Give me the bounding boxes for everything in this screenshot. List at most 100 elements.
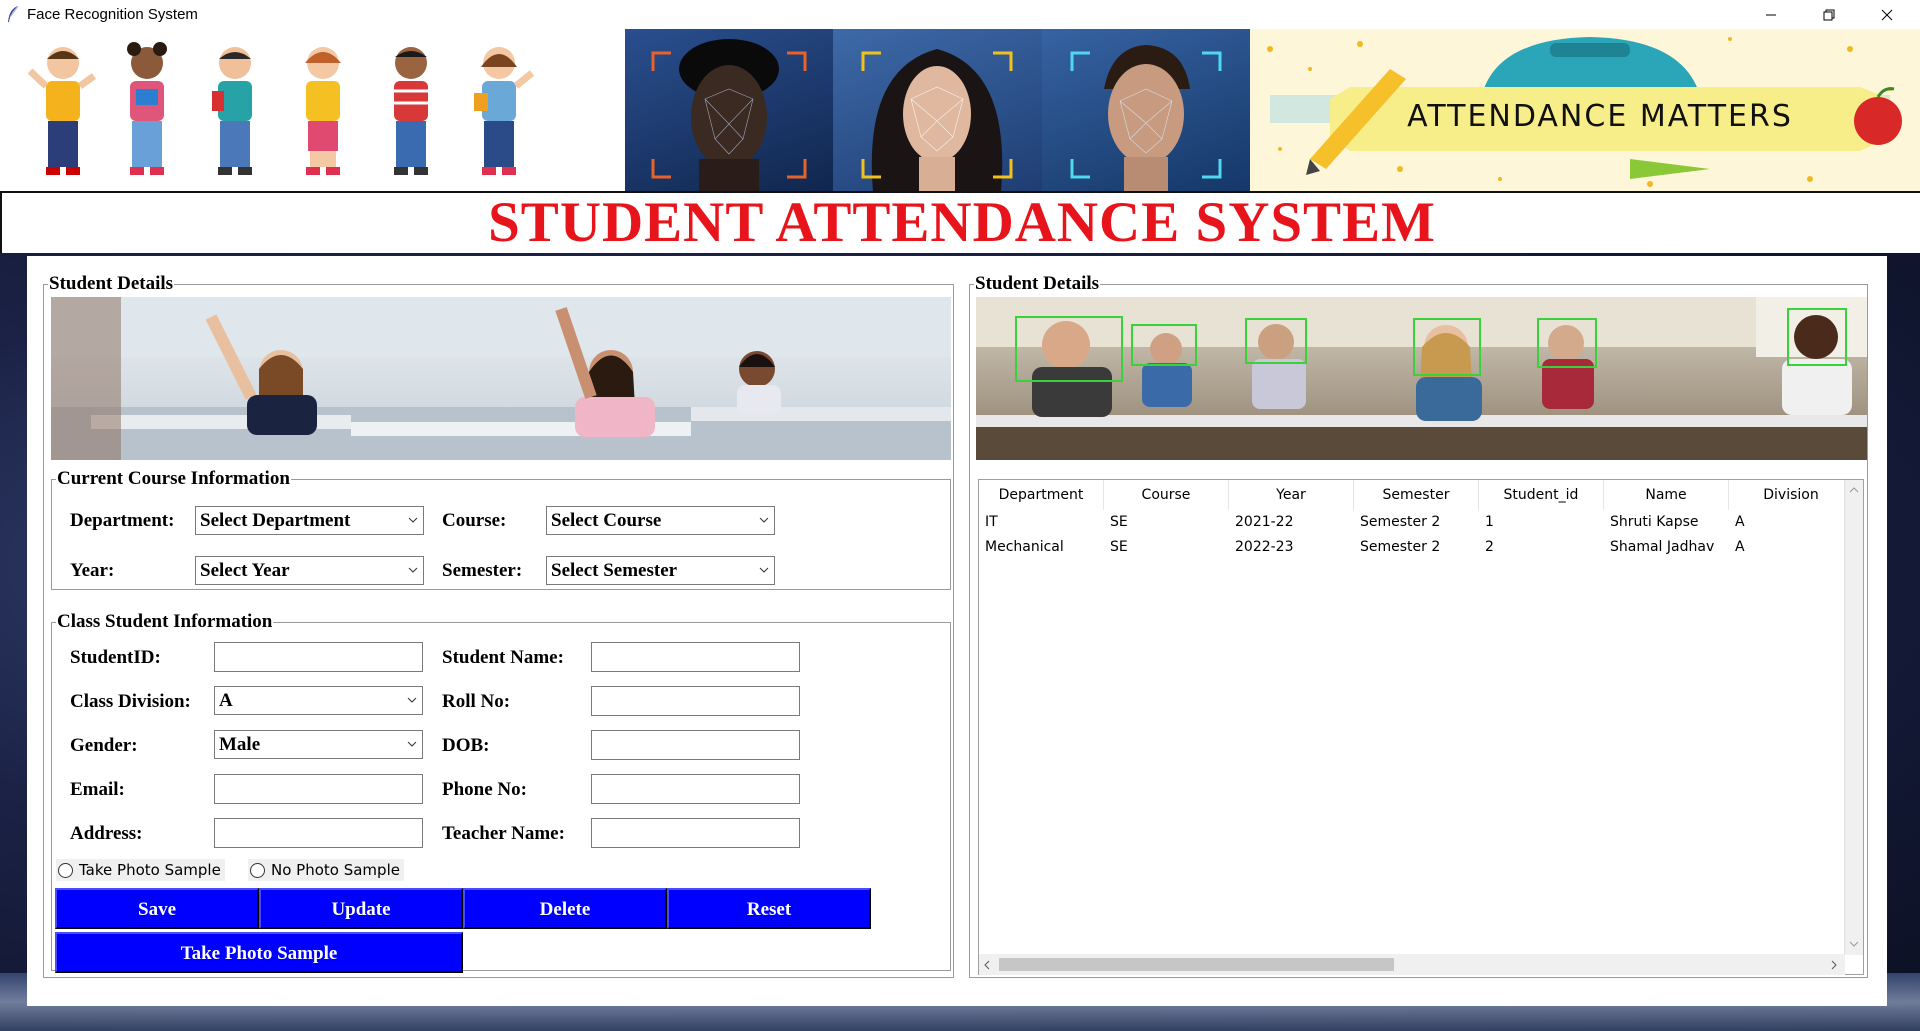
semester-label: Semester: [442, 560, 523, 581]
address-input[interactable] [214, 818, 423, 848]
dob-input[interactable] [591, 730, 800, 760]
attendance-matters-text: ATTENDANCE MATTERS [1407, 99, 1793, 134]
roll-no-input[interactable] [591, 686, 800, 716]
department-select[interactable]: Select Department [195, 506, 424, 535]
column-header[interactable]: Department [979, 480, 1104, 510]
table-cell: SE [1110, 514, 1128, 530]
no-photo-radio[interactable]: No Photo Sample [248, 859, 404, 881]
teacher-name-label: Teacher Name: [442, 823, 565, 844]
table-cell: IT [985, 514, 998, 530]
minimize-button[interactable] [1742, 0, 1800, 29]
take-photo-radio-label: Take Photo Sample [79, 861, 221, 879]
semester-select-value: Select Semester [551, 560, 678, 581]
gender-select[interactable]: Male [214, 730, 423, 759]
year-select-value: Select Year [200, 560, 290, 581]
phone-no-label: Phone No: [442, 779, 527, 800]
table-row[interactable]: Mechanical SE 2022-23 Semester 2 2 Shama… [979, 535, 1854, 560]
face-scan-photo [1041, 29, 1250, 191]
delete-button[interactable]: Delete [463, 888, 667, 929]
course-label: Course: [442, 510, 507, 531]
address-label: Address: [70, 823, 143, 844]
teacher-name-input[interactable] [591, 818, 800, 848]
student-id-input[interactable] [214, 642, 423, 672]
table-cell: 2022-23 [1235, 539, 1294, 555]
student-id-label: StudentID: [70, 647, 161, 668]
table-cell: Semester 2 [1360, 539, 1441, 555]
table-cell: A [1735, 539, 1745, 555]
semester-select[interactable]: Select Semester [546, 556, 775, 585]
department-select-value: Select Department [200, 510, 351, 531]
gender-label: Gender: [70, 735, 138, 756]
left-panel-legend: Student Details [49, 273, 174, 294]
column-header[interactable]: Year [1229, 480, 1354, 510]
kid-figure [127, 42, 167, 175]
class-division-select[interactable]: A [214, 686, 423, 715]
scroll-left-icon[interactable] [983, 960, 991, 970]
table-cell: Semester 2 [1360, 514, 1441, 530]
close-icon [1881, 9, 1893, 20]
vertical-scrollbar[interactable] [1844, 480, 1863, 955]
kid-figure [212, 47, 252, 175]
column-header[interactable]: Course [1104, 480, 1229, 510]
horizontal-scroll-thumb[interactable] [999, 958, 1394, 971]
column-header[interactable]: Student_id [1479, 480, 1604, 510]
main-frame: Student Details Current Course Informati… [27, 256, 1887, 1006]
scroll-right-icon[interactable] [1830, 960, 1838, 970]
column-header[interactable]: Semester [1354, 480, 1479, 510]
save-button[interactable]: Save [55, 888, 259, 929]
app-feather-icon [8, 5, 19, 22]
course-select[interactable]: Select Course [546, 506, 775, 535]
take-photo-radio[interactable]: Take Photo Sample [56, 859, 225, 881]
radio-circle-icon [250, 862, 265, 878]
table-header: Department Course Year Semester Student_… [979, 480, 1854, 510]
student-name-label: Student Name: [442, 647, 564, 668]
phone-no-input[interactable] [591, 774, 800, 804]
minimize-icon [1766, 14, 1776, 15]
email-input[interactable] [214, 774, 423, 804]
email-label: Email: [70, 779, 125, 800]
chevron-down-icon [407, 697, 417, 703]
course-select-value: Select Course [551, 510, 662, 531]
chevron-down-icon [759, 517, 769, 523]
table-cell: 2021-22 [1235, 514, 1294, 530]
classroom-photo-right [976, 297, 1867, 460]
page-title: STUDENT ATTENDANCE SYSTEM [488, 191, 1436, 254]
table-cell: 1 [1485, 514, 1494, 530]
class-info-legend: Class Student Information [57, 611, 273, 632]
kid-figure [28, 47, 97, 175]
radio-circle-icon [58, 862, 73, 878]
column-header[interactable]: Name [1604, 480, 1729, 510]
right-panel-legend: Student Details [975, 273, 1100, 294]
student-name-input[interactable] [591, 642, 800, 672]
classroom-photo-left [51, 297, 951, 460]
year-select[interactable]: Select Year [195, 556, 424, 585]
horizontal-scrollbar[interactable] [979, 954, 1845, 975]
no-photo-radio-label: No Photo Sample [271, 861, 400, 879]
reset-button[interactable]: Reset [667, 888, 871, 929]
student-table[interactable]: Department Course Year Semester Student_… [978, 479, 1864, 975]
face-scan-photo [833, 29, 1042, 191]
vertical-scroll-thumb[interactable] [1845, 500, 1863, 564]
table-cell: A [1735, 514, 1745, 530]
chevron-down-icon [408, 567, 418, 573]
window-titlebar: Face Recognition System [0, 0, 1920, 29]
scroll-down-icon[interactable] [1849, 940, 1859, 948]
scroll-up-icon[interactable] [1849, 486, 1859, 494]
kid-figure [305, 47, 341, 175]
restore-button[interactable] [1800, 0, 1858, 29]
heading-bar: STUDENT ATTENDANCE SYSTEM [0, 191, 1920, 253]
year-label: Year: [70, 560, 115, 581]
chevron-down-icon [759, 567, 769, 573]
column-header[interactable]: Division [1729, 480, 1854, 510]
attendance-matters-image: ATTENDANCE MATTERS [1250, 29, 1920, 191]
face-scan-images [625, 29, 1250, 191]
update-button[interactable]: Update [259, 888, 463, 929]
take-photo-sample-button[interactable]: Take Photo Sample [55, 932, 463, 973]
kid-figure [474, 47, 534, 175]
chevron-down-icon [407, 741, 417, 747]
banner: ATTENDANCE MATTERS [0, 29, 1920, 191]
table-row[interactable]: IT SE 2021-22 Semester 2 1 Shruti Kapse … [979, 510, 1854, 535]
table-cell: 2 [1485, 539, 1494, 555]
close-button[interactable] [1858, 0, 1916, 29]
department-label: Department: [70, 510, 175, 531]
